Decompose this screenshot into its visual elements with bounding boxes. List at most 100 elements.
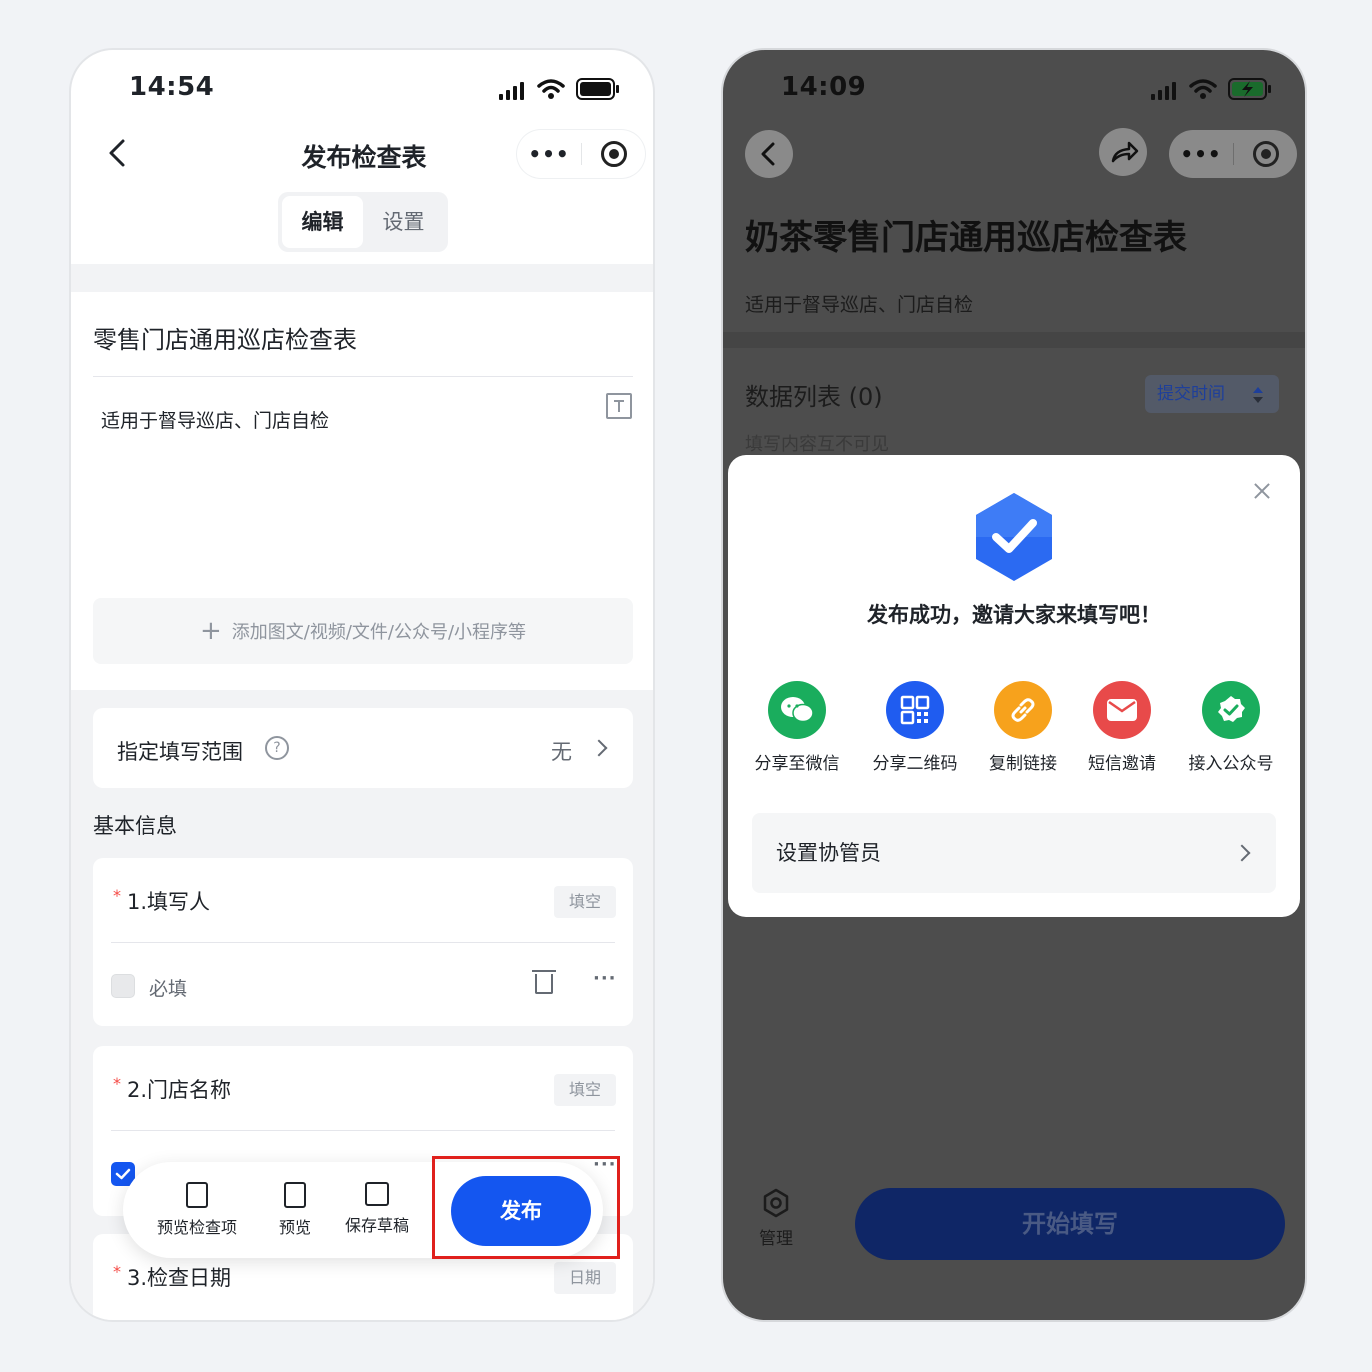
record-icon	[1252, 141, 1279, 167]
share-label: 分享至微信	[754, 754, 840, 774]
sort-by-submit-time[interactable]: 提交时间	[1145, 375, 1279, 413]
back-button[interactable]	[745, 130, 793, 178]
preview-button[interactable]: 预览	[279, 1182, 311, 1238]
form-description: 适用于督导巡店、门店自检	[745, 294, 974, 316]
add-media-label: 添加图文/视频/文件/公众号/小程序等	[231, 622, 527, 643]
share-icon	[1111, 141, 1139, 163]
start-fill-button[interactable]: 开始填写	[855, 1188, 1285, 1260]
fill-range-label: 指定填写范围	[117, 740, 243, 764]
signal-icon	[1151, 82, 1176, 100]
help-icon[interactable]: ?	[265, 736, 289, 760]
sort-icon	[1253, 387, 1263, 403]
required-label: 必填	[149, 978, 188, 1000]
share-qrcode-button[interactable]: 分享二维码	[860, 681, 970, 774]
text-format-icon[interactable]	[606, 393, 632, 419]
question-title: * 2.门店名称	[113, 1074, 231, 1104]
question-card[interactable]: * 1.填写人 填空 必填 ···	[93, 858, 633, 1026]
delete-icon[interactable]	[532, 970, 556, 994]
link-icon	[994, 681, 1052, 739]
question-title: * 3.检查日期	[113, 1262, 231, 1292]
success-shield-icon	[976, 493, 1052, 581]
section-title: 基本信息	[93, 814, 177, 838]
wifi-icon	[1189, 79, 1217, 99]
manage-button[interactable]: 管理	[759, 1188, 793, 1249]
close-icon[interactable]	[1250, 479, 1274, 503]
copy-link-button[interactable]: 复制链接	[968, 681, 1078, 774]
sms-invite-button[interactable]: 短信邀请	[1067, 681, 1177, 774]
form-title: 奶茶零售门店通用巡店检查表	[745, 218, 1187, 258]
status-time: 14:09	[781, 72, 867, 102]
qrcode-icon	[886, 681, 944, 739]
chevron-right-icon	[1233, 844, 1251, 862]
required-checkbox[interactable]	[111, 974, 135, 998]
question-title-text: 1.填写人	[127, 890, 211, 914]
share-label: 接入公众号	[1188, 754, 1274, 774]
divider	[93, 376, 633, 377]
required-star: *	[113, 886, 121, 905]
battery-charging-icon	[1228, 78, 1271, 100]
mini-program-capsule: •••	[517, 130, 645, 178]
official-account-icon	[1202, 681, 1260, 739]
publish-success-dialog: 发布成功，邀请大家来填写吧！ 分享至微信 分享二维码 复制链接 短信邀请 接入公…	[728, 455, 1300, 917]
signal-icon	[499, 82, 524, 100]
divider	[111, 1130, 615, 1131]
preview-items-label: 预览检查项	[157, 1218, 238, 1237]
wifi-icon	[537, 79, 565, 99]
question-title: * 1.填写人	[113, 886, 210, 916]
file-search-icon	[284, 1182, 306, 1208]
back-icon	[761, 142, 775, 166]
publish-highlight-box	[432, 1156, 620, 1259]
share-button[interactable]	[1099, 128, 1147, 176]
question-type-tag: 填空	[554, 1074, 616, 1106]
chevron-right-icon	[590, 739, 608, 757]
close-miniprogram-button[interactable]	[582, 141, 645, 167]
section-divider	[723, 332, 1305, 348]
fill-range-row[interactable]: 指定填写范围 ? 无	[93, 708, 633, 788]
required-star: *	[113, 1262, 121, 1281]
status-time: 14:54	[129, 72, 215, 102]
close-miniprogram-button[interactable]	[1234, 141, 1297, 167]
share-label: 分享二维码	[872, 754, 958, 774]
official-account-button[interactable]: 接入公众号	[1176, 681, 1286, 774]
tab-settings[interactable]: 设置	[363, 196, 444, 248]
mini-program-capsule: •••	[1169, 130, 1297, 178]
co-admin-label: 设置协管员	[776, 841, 881, 865]
more-menu-button[interactable]: •••	[1169, 142, 1233, 166]
question-type-tag: 填空	[554, 886, 616, 918]
clipboard-preview-icon	[186, 1182, 208, 1208]
manage-label: 管理	[759, 1229, 793, 1249]
question-type-tag: 日期	[554, 1262, 616, 1294]
success-title: 发布成功，邀请大家来填写吧！	[867, 603, 1161, 627]
add-media-button[interactable]: + 添加图文/视频/文件/公众号/小程序等	[93, 598, 633, 664]
form-description-input[interactable]: 适用于督导巡店、门店自检	[101, 406, 329, 433]
wechat-icon	[768, 681, 826, 739]
fill-range-value: 无	[551, 740, 572, 764]
question-title-text: 2.门店名称	[127, 1078, 232, 1102]
mail-icon	[1093, 681, 1151, 739]
set-co-admin-row[interactable]: 设置协管员	[752, 813, 1276, 893]
visibility-hint: 填写内容互不可见	[745, 434, 889, 455]
divider	[111, 942, 615, 943]
more-menu-button[interactable]: •••	[517, 142, 581, 166]
share-label: 短信邀请	[1088, 754, 1156, 774]
question-title-text: 3.检查日期	[127, 1266, 232, 1290]
mode-tabs: 编辑 设置	[278, 192, 448, 252]
manage-icon	[763, 1188, 789, 1218]
share-label: 复制链接	[989, 754, 1057, 774]
more-options-button[interactable]: ···	[593, 968, 617, 989]
save-draft-button[interactable]: 保存草稿	[345, 1182, 409, 1236]
plus-icon: +	[199, 616, 222, 646]
share-wechat-button[interactable]: 分享至微信	[742, 681, 852, 774]
record-icon	[600, 141, 627, 167]
form-title-input[interactable]: 零售门店通用巡店检查表	[93, 320, 357, 355]
left-phone-screen: 14:54 发布检查表 ••• 编辑 设置 零售门店通用巡店检查表 适用于督导巡…	[69, 48, 655, 1322]
required-star: *	[113, 1074, 121, 1093]
section-divider	[71, 264, 653, 292]
save-icon	[365, 1182, 389, 1206]
battery-icon	[576, 78, 619, 100]
save-draft-label: 保存草稿	[345, 1216, 410, 1235]
preview-label: 预览	[279, 1218, 312, 1237]
preview-items-button[interactable]: 预览检查项	[157, 1182, 237, 1238]
tab-edit[interactable]: 编辑	[282, 196, 363, 248]
data-list-title: 数据列表 (0)	[745, 383, 883, 411]
